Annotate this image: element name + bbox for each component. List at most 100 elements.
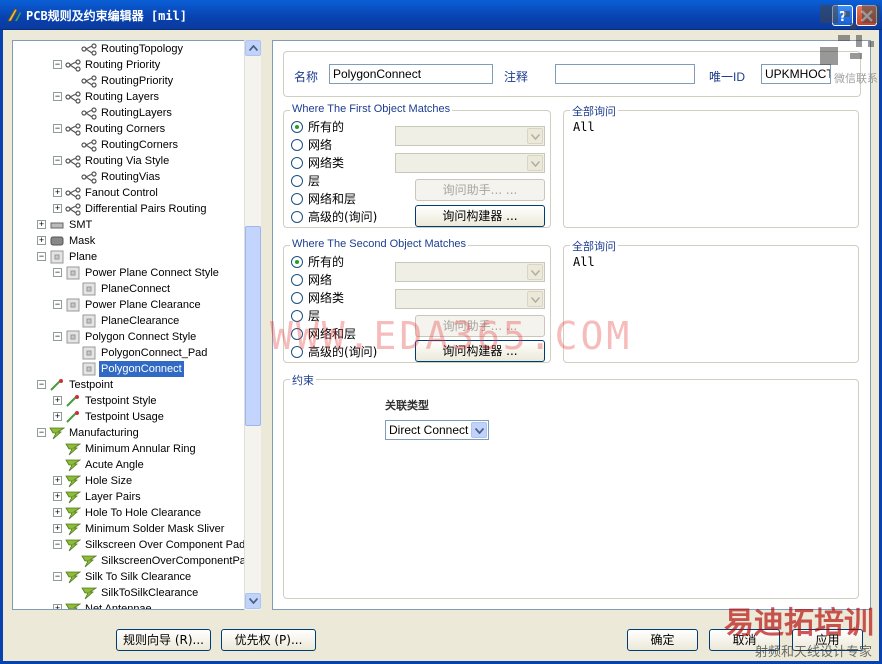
tree-item[interactable]: + Testpoint Style <box>13 393 245 409</box>
collapse-icon[interactable]: − <box>53 571 62 581</box>
tree-item[interactable]: + Hole Size <box>13 473 245 489</box>
collapse-icon[interactable]: − <box>53 331 62 341</box>
second-net-combo[interactable] <box>395 262 545 282</box>
tree-item[interactable]: − Routing Layers <box>13 89 245 105</box>
uid-input[interactable]: UPKMHOCT <box>761 64 831 84</box>
expand-icon[interactable]: + <box>53 507 62 517</box>
tree-item[interactable]: SilkscreenOverComponentPac <box>13 553 251 569</box>
tree-item[interactable]: PlaneClearance <box>13 313 245 329</box>
collapse-icon[interactable]: − <box>53 299 62 309</box>
tree-item[interactable]: − Silk To Silk Clearance <box>13 569 245 585</box>
first-net-combo[interactable] <box>395 126 545 146</box>
tree-item[interactable]: + Layer Pairs <box>13 489 245 505</box>
priority-button[interactable]: 优先权 (P)... <box>221 629 316 651</box>
first-query-builder-button[interactable]: 询问构建器 ... <box>415 205 545 227</box>
scroll-thumb[interactable] <box>245 226 261 426</box>
mfg-rule-icon <box>65 538 82 552</box>
tree-item[interactable]: Minimum Annular Ring <box>13 441 245 457</box>
expand-icon[interactable]: + <box>53 187 62 197</box>
scroll-down-button[interactable] <box>245 593 261 609</box>
tree-item[interactable]: + Mask <box>13 233 245 249</box>
collapse-icon[interactable]: − <box>53 123 62 133</box>
tree-scrollbar[interactable] <box>244 40 261 610</box>
collapse-icon[interactable]: − <box>53 267 62 277</box>
expand-icon[interactable]: + <box>53 411 62 421</box>
route-rule-icon <box>65 122 81 136</box>
radio-label: 所有的 <box>308 120 345 134</box>
tree-item-label: Routing Layers <box>85 91 159 103</box>
tree-item[interactable]: + Hole To Hole Clearance <box>13 505 245 521</box>
expand-icon[interactable]: + <box>53 491 62 501</box>
tree-item[interactable]: − Manufacturing <box>13 425 245 441</box>
rule-wizard-button[interactable]: 规则向导 (R)... <box>116 629 211 651</box>
tree-item[interactable]: − Power Plane Connect Style <box>13 265 245 281</box>
connect-type-select[interactable]: Direct Connect <box>385 420 489 440</box>
tree-item[interactable]: + Differential Pairs Routing <box>13 201 245 217</box>
tree-item[interactable]: PlaneConnect <box>13 281 245 297</box>
tree-item-label: Layer Pairs <box>85 491 141 503</box>
tree-item[interactable]: RoutingLayers <box>13 105 245 121</box>
collapse-icon[interactable]: − <box>37 427 46 437</box>
radio-dot-icon <box>291 175 303 187</box>
tree-item[interactable]: RoutingTopology <box>13 41 245 57</box>
tree-item-label: PlaneConnect <box>101 283 171 295</box>
rules-tree[interactable]: RoutingTopology − Routing Priority RoutingP… <box>12 40 261 610</box>
tree-item[interactable]: Acute Angle <box>13 457 245 473</box>
expand-icon[interactable]: + <box>37 219 46 229</box>
tree-item[interactable]: + Minimum Solder Mask Sliver <box>13 521 245 537</box>
second-full-query-text[interactable]: All <box>573 255 595 269</box>
collapse-icon[interactable]: − <box>53 155 62 165</box>
tree-item[interactable]: − Testpoint <box>13 377 245 393</box>
tree-item[interactable]: RoutingCorners <box>13 137 245 153</box>
route-rule-icon <box>65 90 81 104</box>
tree-item[interactable]: − Routing Priority <box>13 57 245 73</box>
tree-item-label: Net Antennae <box>85 603 152 610</box>
chevron-down-icon <box>531 270 540 276</box>
expand-icon[interactable]: + <box>53 603 62 609</box>
tree-item[interactable]: − Routing Via Style <box>13 153 245 169</box>
tree-item[interactable]: − Plane <box>13 249 245 265</box>
tree-item[interactable]: + Net Antennae <box>13 601 245 610</box>
chevron-down-icon <box>531 134 540 140</box>
expand-icon[interactable]: + <box>53 523 62 533</box>
comment-label: 注释 <box>504 70 529 84</box>
tree-item[interactable]: − Routing Corners <box>13 121 245 137</box>
comment-input[interactable] <box>555 64 695 84</box>
first-query-helper-button[interactable]: 询问助手... ... <box>415 179 545 201</box>
tree-item[interactable]: PolygonConnect_Pad <box>13 345 245 361</box>
collapse-icon[interactable]: − <box>53 91 62 101</box>
tree-item[interactable]: + Testpoint Usage <box>13 409 245 425</box>
expand-icon[interactable]: + <box>53 395 62 405</box>
first-netclass-combo[interactable] <box>395 153 545 173</box>
collapse-icon[interactable]: − <box>53 59 62 69</box>
collapse-icon[interactable]: − <box>53 539 62 549</box>
tree-item[interactable]: − Power Plane Clearance <box>13 297 245 313</box>
scroll-up-button[interactable] <box>245 40 261 56</box>
plane-rule-icon <box>81 346 97 360</box>
tree-item[interactable]: − Polygon Connect Style <box>13 329 245 345</box>
tree-item[interactable]: − Silkscreen Over Component Pads <box>13 537 251 553</box>
tree-item[interactable]: RoutingPriority <box>13 73 245 89</box>
tree-item[interactable]: + SMT <box>13 217 245 233</box>
tree-item[interactable]: PolygonConnect <box>13 361 245 377</box>
tree-item[interactable]: + Fanout Control <box>13 185 245 201</box>
ok-button[interactable]: 确定 <box>627 629 698 651</box>
tree-item-label: RoutingCorners <box>101 139 179 151</box>
tree-item-label: Power Plane Connect Style <box>85 267 219 279</box>
tree-item[interactable]: SilkToSilkClearance <box>13 585 245 601</box>
tree-item-label: Minimum Solder Mask Sliver <box>85 523 225 535</box>
first-full-query-text[interactable]: All <box>573 120 595 134</box>
radio-dot-icon <box>291 157 303 169</box>
expand-icon[interactable]: + <box>37 235 46 245</box>
tree-item-label: RoutingPriority <box>101 75 174 87</box>
tree-item[interactable]: RoutingVias <box>13 169 245 185</box>
name-input[interactable]: PolygonConnect <box>329 64 493 84</box>
radio-dot-icon <box>291 193 303 205</box>
collapse-icon[interactable]: − <box>37 251 46 261</box>
expand-icon[interactable]: + <box>53 475 62 485</box>
second-netclass-combo[interactable] <box>395 289 545 309</box>
collapse-icon[interactable]: − <box>37 379 46 389</box>
expand-icon[interactable]: + <box>53 203 62 213</box>
mfg-rule-icon <box>49 426 66 440</box>
title-bar[interactable]: PCB规则及约束编辑器 [mil] ? <box>0 0 882 30</box>
